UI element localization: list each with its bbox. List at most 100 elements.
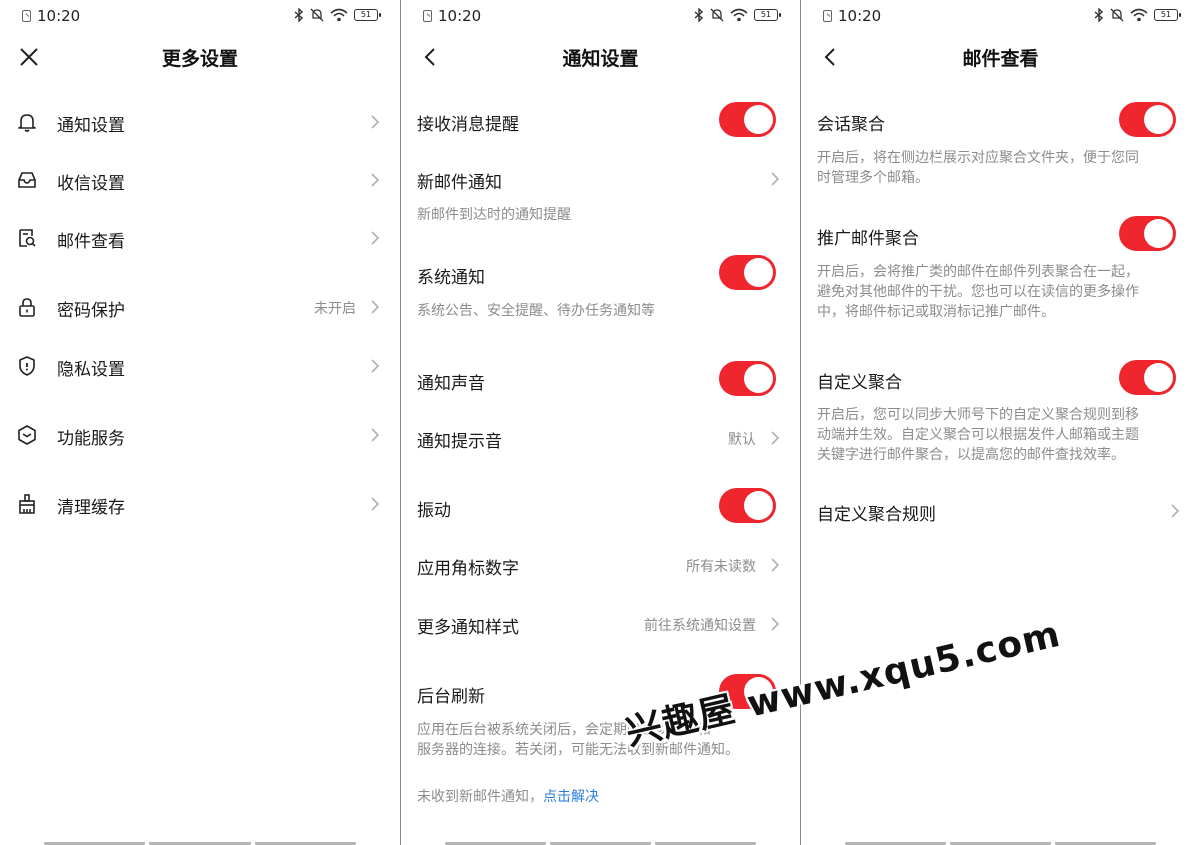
description-line: 避免对其他邮件的干扰。您也可以在读信的更多操作 — [817, 284, 1139, 300]
page-title: 通知设置 — [562, 48, 639, 70]
setting-description: 新邮件到达时的通知提醒 — [417, 207, 571, 223]
settings-item-label: 隐私设置 — [57, 360, 125, 380]
mute-icon — [310, 8, 324, 22]
description-line: 开启后，您可以同步大师号下的自定义聚合规则到移 — [817, 407, 1139, 423]
settings-item-notification[interactable]: 通知设置 — [0, 101, 400, 141]
settings-item-label: 清理缓存 — [57, 498, 125, 518]
description-line: 服务器的连接。若关闭，可能无法收到新邮件通知。 — [417, 742, 739, 758]
shield-icon — [19, 356, 35, 376]
page-title: 邮件查看 — [962, 48, 1039, 70]
setting-label: 自定义聚合 — [817, 373, 902, 393]
status-time: 10:20 — [838, 7, 882, 25]
sim-icon — [823, 10, 832, 22]
setting-vibration: 振动 — [401, 486, 800, 526]
chevron-right-icon — [371, 497, 380, 511]
description-line: 开启后，会将推广类的邮件在邮件列表聚合在一起， — [817, 264, 1139, 280]
wifi-icon — [1130, 8, 1148, 22]
chevron-right-icon — [371, 300, 380, 314]
chevron-right-icon — [771, 172, 780, 186]
setting-value: 默认 — [728, 432, 756, 448]
battery-icon: 51 — [354, 9, 381, 21]
settings-item-label: 密码保护 — [57, 301, 125, 321]
description-line: 关键字进行邮件聚合，以提高您的邮件查找效率。 — [817, 447, 1125, 463]
promo-grouping-toggle[interactable] — [1119, 216, 1176, 251]
vibration-toggle[interactable] — [719, 488, 776, 523]
chevron-right-icon — [1171, 504, 1180, 518]
setting-label: 更多通知样式 — [417, 618, 519, 638]
bluetooth-icon — [1094, 8, 1104, 22]
solve-link[interactable]: 点击解决 — [543, 789, 599, 805]
description-line: 时管理多个邮箱。 — [817, 170, 929, 186]
wifi-icon — [330, 8, 348, 22]
inbox-icon — [18, 172, 36, 188]
mail-view-screen: 10:20 51 邮件查看 会话聚合 开启后，将在侧边栏展示对应聚合文件夹，便于… — [801, 0, 1200, 845]
setting-badge-count[interactable]: 应用角标数字 所有未读数 — [401, 544, 800, 584]
chevron-right-icon — [771, 617, 780, 631]
setting-label: 会话聚合 — [817, 115, 885, 135]
status-time: 10:20 — [438, 7, 482, 25]
help-note-text: 未收到新邮件通知， — [417, 789, 543, 805]
description-line: 中，将邮件标记或取消标记推广邮件。 — [817, 304, 1055, 320]
nav-bar: 邮件查看 — [801, 36, 1200, 76]
settings-item-label: 邮件查看 — [57, 232, 125, 252]
description-line: 动端并生效。自定义聚合可以根据发件人邮箱或主题 — [817, 427, 1139, 443]
bluetooth-icon — [294, 8, 304, 22]
setting-value: 前往系统通知设置 — [644, 618, 756, 634]
setting-label: 应用角标数字 — [417, 559, 519, 579]
setting-receive-alerts: 接收消息提醒 — [401, 100, 800, 140]
chevron-right-icon — [371, 173, 380, 187]
custom-grouping-toggle[interactable] — [1119, 360, 1176, 395]
wifi-icon — [730, 8, 748, 22]
setting-description: 开启后，将在侧边栏展示对应聚合文件夹，便于您同 时管理多个邮箱。 — [817, 148, 1180, 188]
settings-item-privacy[interactable]: 隐私设置 — [0, 345, 400, 385]
setting-system-notification: 系统通知 — [401, 253, 800, 293]
chevron-right-icon — [771, 558, 780, 572]
setting-new-mail-notification[interactable]: 新邮件通知 — [401, 158, 800, 198]
settings-item-receive[interactable]: 收信设置 — [0, 159, 400, 199]
setting-label: 自定义聚合规则 — [817, 505, 936, 525]
conversation-grouping-toggle[interactable] — [1119, 102, 1176, 137]
page-title: 更多设置 — [161, 48, 238, 70]
settings-item-password[interactable]: 密码保护 未开启 — [0, 286, 400, 326]
status-bar: 10:20 51 — [401, 0, 800, 32]
settings-item-label: 收信设置 — [57, 174, 125, 194]
chevron-right-icon — [371, 428, 380, 442]
setting-label: 新邮件通知 — [417, 173, 502, 193]
setting-more-notification-styles[interactable]: 更多通知样式 前往系统通知设置 — [401, 603, 800, 643]
status-bar: 10:20 51 — [0, 0, 400, 32]
nav-bar: 更多设置 — [0, 36, 400, 76]
battery-icon: 51 — [754, 9, 781, 21]
help-note: 未收到新邮件通知，点击解决 — [417, 786, 599, 806]
setting-label: 振动 — [417, 501, 451, 521]
setting-label: 后台刷新 — [417, 687, 485, 707]
chevron-right-icon — [371, 115, 380, 129]
password-status-value: 未开启 — [314, 301, 356, 317]
settings-item-services[interactable]: 功能服务 — [0, 414, 400, 454]
setting-custom-grouping-rules[interactable]: 自定义聚合规则 — [801, 490, 1200, 530]
mute-icon — [710, 8, 724, 22]
box-icon — [18, 425, 36, 445]
chevron-right-icon — [371, 359, 380, 373]
receive-alerts-toggle[interactable] — [719, 102, 776, 137]
mail-view-icon — [19, 229, 36, 247]
system-notification-toggle[interactable] — [719, 255, 776, 290]
settings-item-clear-cache[interactable]: 清理缓存 — [0, 483, 400, 523]
status-time: 10:20 — [37, 7, 81, 25]
settings-item-label: 功能服务 — [57, 429, 125, 449]
chevron-right-icon — [771, 431, 780, 445]
setting-description: 开启后，您可以同步大师号下的自定义聚合规则到移 动端并生效。自定义聚合可以根据发… — [817, 405, 1180, 465]
setting-conversation-grouping: 会话聚合 — [801, 100, 1200, 140]
setting-label: 通知提示音 — [417, 432, 502, 452]
notification-sound-toggle[interactable] — [719, 361, 776, 396]
setting-notification-tone[interactable]: 通知提示音 默认 — [401, 417, 800, 457]
setting-description: 系统公告、安全提醒、待办任务通知等 — [417, 303, 655, 319]
battery-icon: 51 — [1154, 9, 1181, 21]
description-line: 开启后，将在侧边栏展示对应聚合文件夹，便于您同 — [817, 150, 1139, 166]
lock-icon — [19, 298, 35, 317]
setting-label: 推广邮件聚合 — [817, 229, 919, 249]
setting-description: 开启后，会将推广类的邮件在邮件列表聚合在一起， 避免对其他邮件的干扰。您也可以在… — [817, 262, 1180, 322]
mute-icon — [1110, 8, 1124, 22]
setting-custom-grouping: 自定义聚合 — [801, 358, 1200, 398]
settings-item-mail-view[interactable]: 邮件查看 — [0, 217, 400, 257]
sim-icon — [22, 10, 31, 22]
